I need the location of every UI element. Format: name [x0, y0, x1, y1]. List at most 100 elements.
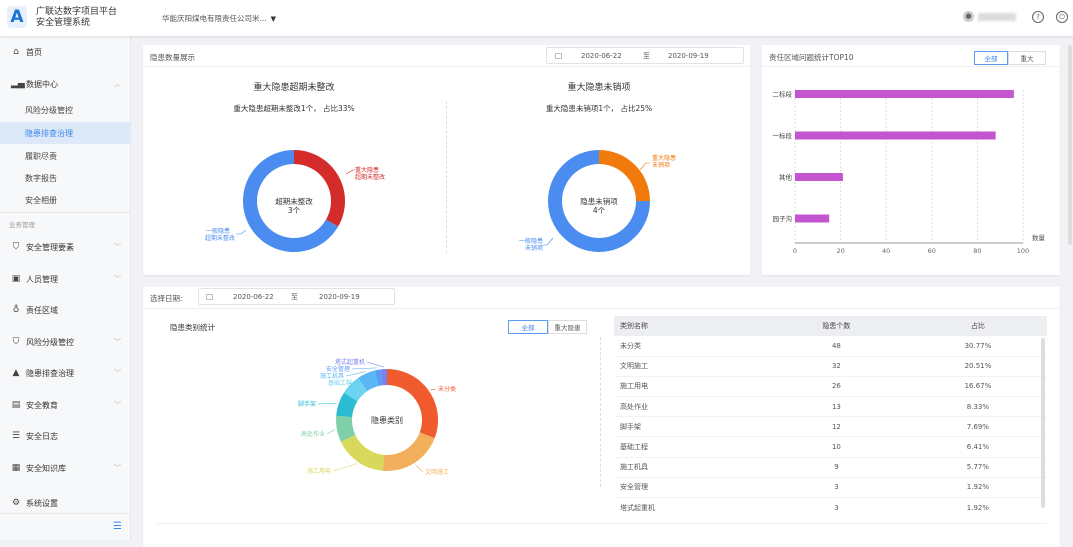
power-icon[interactable]: ⏻ — [1056, 11, 1068, 23]
table-row[interactable]: 文明施工3220.51% — [614, 356, 1047, 376]
chevron-down-icon: ﹀ — [114, 274, 121, 284]
label-line — [352, 368, 377, 369]
table-header: 类别名称 隐患个数 占比 — [614, 316, 1047, 336]
location-icon: ♁ — [11, 305, 21, 315]
table-row[interactable]: 脚手架127.69% — [614, 417, 1047, 437]
table-scrollbar[interactable] — [1041, 338, 1045, 508]
log-icon: ☰ — [11, 431, 21, 441]
sidebar-sub-risk[interactable]: 风险分级管控 — [0, 99, 131, 121]
table-row[interactable]: 施工用电2616.67% — [614, 376, 1047, 396]
page-scrollbar[interactable] — [1068, 45, 1072, 245]
sidebar-item-label: 人员管理 — [26, 274, 58, 285]
bar[interactable] — [795, 90, 1014, 98]
category-table: 类别名称 隐患个数 占比 未分类4830.77%文明施工3220.51%施工用电… — [614, 316, 1047, 513]
sidebar-item-hazard[interactable]: ▲隐患排查治理﹀ — [0, 362, 131, 384]
donut-slice[interactable] — [294, 150, 345, 227]
sidebar-sub-duty[interactable]: 履职尽责 — [0, 145, 131, 167]
sidebar-item-safety-elements[interactable]: ⛉安全管理要素﹀ — [0, 236, 131, 258]
slice-label: 重大隐患 — [652, 154, 676, 162]
donut-center-label: 隐患未销项 — [580, 196, 618, 206]
slice-label: 未销项 — [525, 244, 543, 252]
label-line — [367, 362, 384, 367]
bar[interactable] — [795, 215, 829, 223]
sidebar-item-label: 安全管理要素 — [26, 242, 74, 253]
sidebar-sub-album[interactable]: 安全相册 — [0, 189, 131, 211]
label-line — [327, 430, 335, 434]
hazard-count: 26 — [764, 376, 909, 396]
person-card-icon: ▣ — [11, 274, 21, 284]
app-title: 广联达数字项目平台安全管理系统 — [36, 7, 117, 29]
hazard-count: 48 — [764, 336, 909, 356]
y-category-label: 二标段 — [773, 90, 793, 99]
table-row[interactable]: 安全管理31.92% — [614, 477, 1047, 497]
alarm-icon: ▲ — [11, 368, 21, 378]
sidebar-item-education[interactable]: ▤安全教育﹀ — [0, 394, 131, 416]
sidebar-item-label: 风险分级管控 — [26, 337, 74, 348]
company-selector[interactable]: 华能庆阳煤电有限责任公司米...▼ — [162, 13, 276, 24]
column-header[interactable]: 隐患个数 — [764, 316, 909, 336]
user-menu[interactable]: ● — [963, 11, 1016, 22]
chevron-up-icon: ︿ — [114, 79, 121, 89]
label-line — [318, 403, 337, 404]
bar-chart-icon: ▂▄ — [11, 79, 21, 89]
percentage: 8.33% — [909, 397, 1047, 417]
home-icon: ⌂ — [11, 47, 21, 57]
donut-center-value: 3个 — [288, 206, 301, 215]
sidebar-item-knowledge[interactable]: ▦安全知识库﹀ — [0, 457, 131, 479]
sidebar-item-settings[interactable]: ⚙系统设置 — [0, 492, 131, 514]
collapse-menu-icon[interactable]: ☰ — [113, 521, 122, 532]
sidebar-sub-hazard[interactable]: 隐患排查治理 — [0, 122, 131, 144]
column-header[interactable]: 占比 — [909, 316, 1047, 336]
chevron-down-icon: ﹀ — [114, 337, 121, 347]
sidebar-item-personnel[interactable]: ▣ 人员管理 ﹀ — [0, 268, 131, 290]
group-label: 业务管理 — [9, 219, 35, 229]
slice-label: 未销项 — [652, 161, 670, 169]
avatar-icon: ● — [963, 11, 974, 22]
hazard-count: 3 — [764, 477, 909, 497]
slice-label: 基础工程 — [328, 379, 352, 387]
sidebar-item-log[interactable]: ☰安全日志 — [0, 425, 131, 447]
table-row[interactable]: 未分类4830.77% — [614, 336, 1047, 356]
sidebar-item-area[interactable]: ♁责任区域 — [0, 299, 131, 321]
sidebar-item-label: 数据中心 — [26, 79, 58, 90]
donut-center-label: 超期未整改 — [275, 196, 313, 206]
slice-label: 未分类 — [438, 385, 456, 393]
x-axis-label: 数量 — [1032, 233, 1046, 242]
category-card: 选择日期: 2020-06-22 至 2020-09-19 隐患类别统计 全部 … — [143, 287, 1060, 547]
hazard-count: 12 — [764, 417, 909, 437]
board-icon: ▤ — [11, 400, 21, 410]
hazard-count: 13 — [764, 397, 909, 417]
table-row[interactable]: 高处作业138.33% — [614, 397, 1047, 417]
percentage: 5.77% — [909, 457, 1047, 477]
category-name: 塔式起重机 — [614, 498, 764, 514]
hazard-count: 32 — [764, 356, 909, 376]
sidebar-sub-report[interactable]: 数字报告 — [0, 167, 131, 189]
category-name: 文明施工 — [614, 356, 764, 376]
label-line — [333, 464, 357, 471]
category-name: 安全管理 — [614, 477, 764, 497]
sidebar-item-risk[interactable]: ⛉风险分级管控﹀ — [0, 331, 131, 353]
slice-label: 一般隐患 — [519, 237, 543, 245]
donut-slice[interactable] — [599, 150, 650, 201]
table-row[interactable]: 塔式起重机31.92% — [614, 498, 1047, 514]
slice-label: 重大隐患 — [355, 166, 379, 174]
table-row[interactable]: 施工机具95.77% — [614, 457, 1047, 477]
slice-label: 超期未整改 — [355, 173, 385, 181]
donut-slice[interactable] — [341, 435, 384, 471]
category-name: 基础工程 — [614, 437, 764, 457]
sidebar-item-data-center[interactable]: ▂▄ 数据中心 ︿ — [0, 73, 131, 95]
bar[interactable] — [795, 132, 996, 140]
donut-slice[interactable] — [387, 369, 438, 438]
column-header[interactable]: 类别名称 — [614, 316, 764, 336]
percentage: 30.77% — [909, 336, 1047, 356]
help-icon[interactable]: ? — [1032, 11, 1044, 23]
slice-label: 超期未整改 — [205, 234, 235, 242]
y-category-label: 园子沟 — [773, 214, 793, 223]
hazard-count-card: 隐患数量展示 2020-06-22 至 2020-09-19 重大隐患超期未整改… — [143, 45, 750, 275]
category-donut-chart: 隐患类别 未分类文明施工施工用电高处作业脚手架基础工程施工机具安全管理塔式起重机 — [143, 287, 603, 517]
sidebar-item-home[interactable]: ⌂首页 — [0, 41, 131, 63]
table-row[interactable]: 基础工程106.41% — [614, 437, 1047, 457]
app-logo[interactable]: A — [7, 6, 27, 28]
donut-slice[interactable] — [383, 432, 435, 471]
bar[interactable] — [795, 173, 843, 181]
